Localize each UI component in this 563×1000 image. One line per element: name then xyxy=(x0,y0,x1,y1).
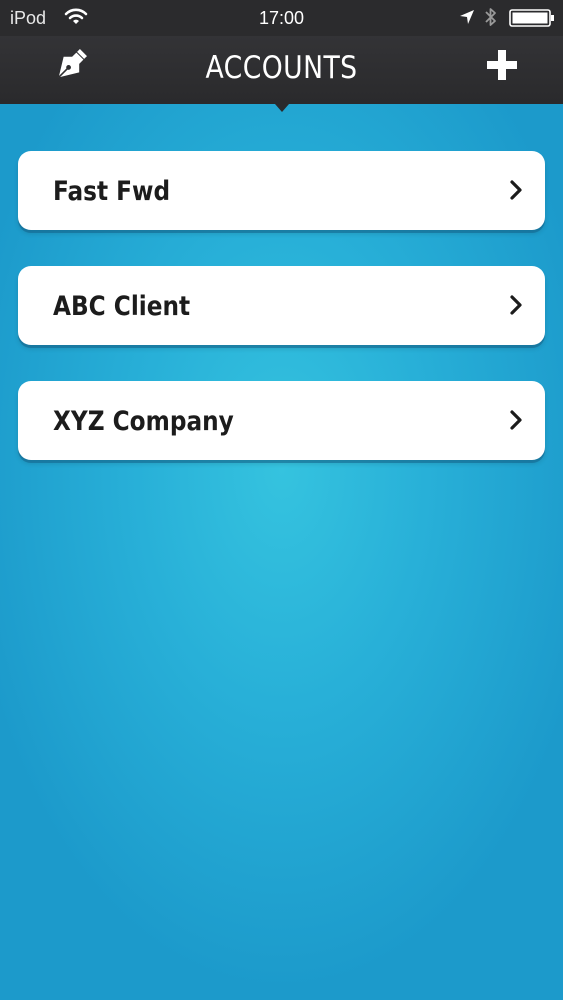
chevron-right-icon xyxy=(510,410,522,430)
account-label: XYZ Company xyxy=(53,406,234,437)
plus-icon xyxy=(487,50,517,80)
nav-bar-pointer xyxy=(275,104,289,112)
account-row-abc-client[interactable]: ABC Client xyxy=(18,266,545,345)
chevron-right-icon xyxy=(510,295,522,315)
account-list: Fast Fwd ABC Client XYZ Company xyxy=(18,151,545,496)
account-label: Fast Fwd xyxy=(53,176,171,207)
location-icon xyxy=(460,10,474,24)
account-row-fast-fwd[interactable]: Fast Fwd xyxy=(18,151,545,230)
page-title: ACCOUNTS xyxy=(205,50,358,86)
chevron-right-icon xyxy=(510,180,522,200)
add-account-button[interactable] xyxy=(482,46,522,86)
account-row-xyz-company[interactable]: XYZ Company xyxy=(18,381,545,460)
status-bar: iPod 17:00 xyxy=(0,0,563,36)
account-label: ABC Client xyxy=(53,291,191,322)
status-time: 17:00 xyxy=(258,8,305,28)
bluetooth-icon xyxy=(485,8,496,26)
battery-icon xyxy=(509,9,554,27)
app-screen: iPod 17:00 ACCOUNTS Fast Fwd ABC Client … xyxy=(0,0,563,1000)
